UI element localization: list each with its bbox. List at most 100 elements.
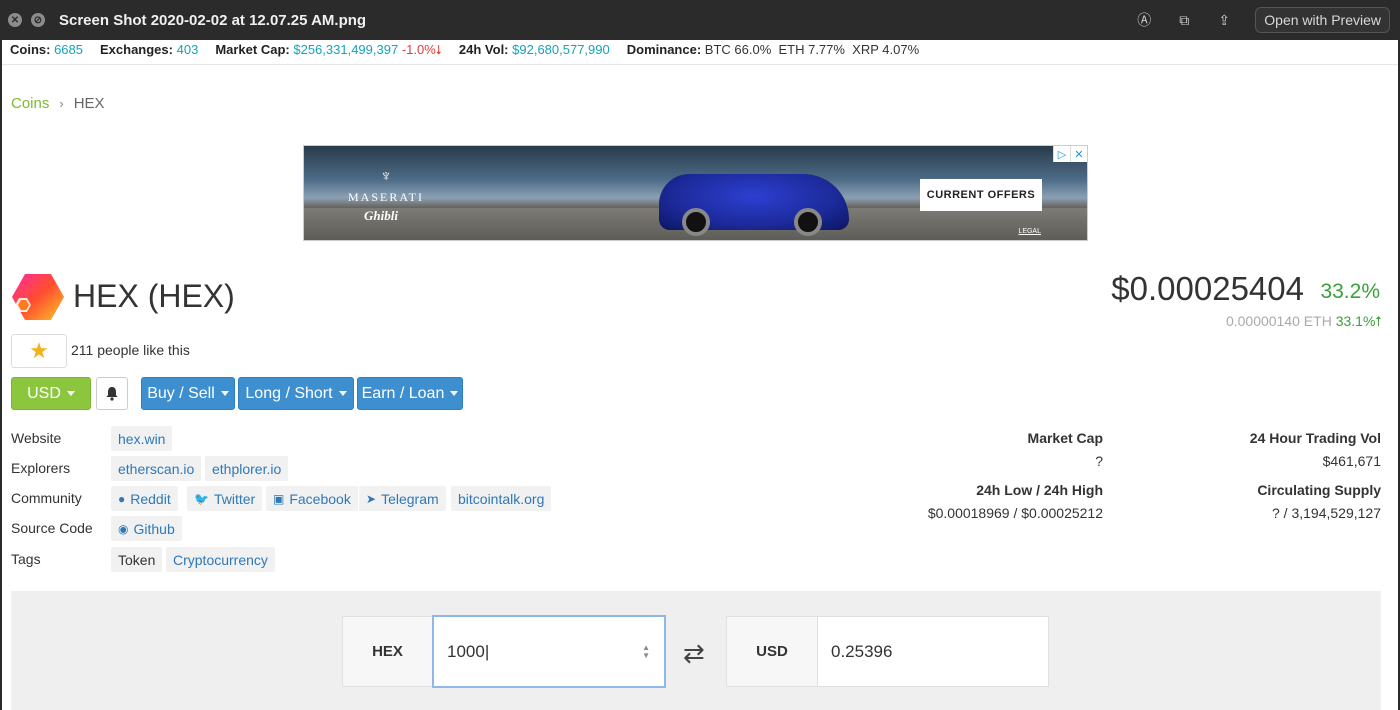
converter-to-currency: USD [726,616,818,687]
tag-token: Token [111,547,163,572]
star-icon: ★ [29,338,49,363]
tag-cryptocurrency[interactable]: Cryptocurrency [166,547,275,572]
eth-change: 33.1% [1335,313,1376,329]
website-label: Website [11,430,62,446]
global-stats-bar: Coins: 6685 Exchanges: 403 Market Cap: $… [10,42,936,58]
trading-vol-value: $461,671 [1322,453,1381,469]
ad-current-offers-button[interactable]: CURRENT OFFERS [920,179,1042,211]
vol-label: 24h Vol: [458,42,509,57]
likes-count-text: 211 people like this [71,342,190,358]
low-high-value: $0.00018969 / $0.00025212 [927,505,1103,521]
circulating-supply-value: ? / 3,194,529,127 [1272,505,1381,521]
rotate-icon[interactable]: ⧉ [1175,11,1193,29]
reddit-icon: ● [118,491,126,506]
caret-down-icon [66,391,75,396]
low-high-label: 24h Low / 24h High [976,482,1103,498]
twitter-icon: 🐦 [194,491,209,506]
community-link-telegram[interactable]: ➤ Telegram [359,486,446,511]
dominance-label: Dominance: [626,42,702,57]
number-stepper-icon[interactable]: ▲ ▼ [642,644,650,660]
coin-title: HEX (HEX) [73,278,235,314]
bell-icon [106,387,118,401]
currency-label: USD [27,384,61,402]
market-cap-label: Market Cap [1027,430,1103,446]
coin-price: $0.00025404 [1111,270,1304,307]
share-icon[interactable]: ⇪ [1215,11,1233,29]
caret-down-icon [338,391,347,396]
ad-legal-link[interactable]: LEGAL [1018,228,1041,235]
facebook-icon: ▣ [273,491,285,506]
community-link-bitcointalk[interactable]: bitcointalk.org [451,486,552,511]
converter-to-input[interactable]: 0.25396 [817,616,1049,687]
explorer-link-ethplorer[interactable]: ethplorer.io [205,456,289,481]
exchanges-count-link[interactable]: 403 [177,42,199,57]
minimize-window-icon[interactable]: ⊘ [31,13,45,27]
circulating-supply-label: Circulating Supply [1257,482,1381,498]
trading-vol-label: 24 Hour Trading Vol [1249,430,1381,446]
long-short-label: Long / Short [245,384,333,402]
market-cap-value: ? [1095,453,1103,469]
telegram-icon: ➤ [366,491,377,506]
ad-wheel-image [794,208,822,236]
adchoices-icon[interactable]: ▷ [1053,146,1070,162]
ad-brand: MASERATI [348,190,425,204]
converter-to-value: 0.25396 [831,641,893,661]
coins-label: Coins: [10,42,51,57]
website-link[interactable]: hex.win [111,426,173,451]
telegram-label: Telegram [381,490,439,507]
tags-label: Tags [11,551,41,567]
like-star-button[interactable]: ★ [11,334,67,368]
explorers-label: Explorers [11,460,71,476]
source-code-label: Source Code [11,520,93,536]
github-label: Github [133,520,175,537]
divider [2,64,1398,65]
open-with-preview-button[interactable]: Open with Preview [1255,7,1390,33]
ad-model: Ghibli [364,208,398,223]
community-link-reddit[interactable]: ● Reddit [111,486,178,511]
community-link-facebook[interactable]: ▣ Facebook [266,486,358,511]
markup-icon[interactable]: Ⓐ [1135,11,1153,29]
breadcrumb-coins-link[interactable]: Coins [11,95,49,112]
reddit-label: Reddit [130,490,171,507]
advertisement-banner[interactable]: ♆ MASERATI Ghibli CURRENT OFFERS LEGAL ▷… [303,145,1088,241]
eth-price-line: 0.00000140 ETH 33.1%⭡ [1226,313,1382,330]
converter-from-currency: HEX [342,616,433,687]
community-link-twitter[interactable]: 🐦 Twitter [187,486,263,511]
breadcrumb: Coins › HEX [11,95,105,112]
github-link[interactable]: ◉ Github [111,516,182,541]
community-label: Community [11,490,82,506]
twitter-label: Twitter [213,490,256,507]
down-arrow-icon: ⭣ [435,42,442,57]
dominance-value: BTC 66.0% ETH 7.77% XRP 4.07% [704,42,920,57]
explorer-link-etherscan[interactable]: etherscan.io [111,456,202,481]
coins-count-link[interactable]: 6685 [54,42,83,57]
buy-sell-label: Buy / Sell [147,384,215,402]
earn-loan-dropdown-button[interactable]: Earn / Loan [357,377,463,410]
marketcap-value: $256,331,499,397 [293,42,399,57]
caret-down-icon [220,391,229,396]
converter-from-value: 1000 [447,641,485,661]
up-arrow-icon: ⭡ [1375,313,1382,329]
converter-from-input[interactable]: 1000 | ▲ ▼ [432,615,666,688]
maserati-trident-icon: ♆ [380,168,392,185]
eth-price: 0.00000140 ETH [1225,313,1332,329]
swap-arrows-icon[interactable]: ⇄ [683,638,705,669]
exchanges-label: Exchanges: [100,42,173,57]
window-titlebar: ✕ ⊘ Screen Shot 2020-02-02 at 12.07.25 A… [0,0,1400,40]
marketcap-change: -1.0% [401,42,436,57]
close-window-icon[interactable]: ✕ [8,13,22,27]
currency-dropdown-button[interactable]: USD [11,377,91,410]
earn-loan-label: Earn / Loan [361,384,445,402]
facebook-label: Facebook [289,490,351,507]
github-icon: ◉ [118,521,129,536]
breadcrumb-current: HEX [73,95,105,112]
window-title: Screen Shot 2020-02-02 at 12.07.25 AM.pn… [59,11,367,29]
marketcap-label: Market Cap: [215,42,290,57]
buy-sell-dropdown-button[interactable]: Buy / Sell [141,377,235,410]
currency-converter: HEX 1000 | ▲ ▼ ⇄ USD 0.25396 [11,591,1381,710]
chevron-right-icon: › [59,96,64,111]
long-short-dropdown-button[interactable]: Long / Short [238,377,354,410]
price-alert-button[interactable] [96,377,128,410]
price-change: 33.2% [1320,280,1380,303]
close-ad-icon[interactable]: ✕ [1070,146,1087,162]
